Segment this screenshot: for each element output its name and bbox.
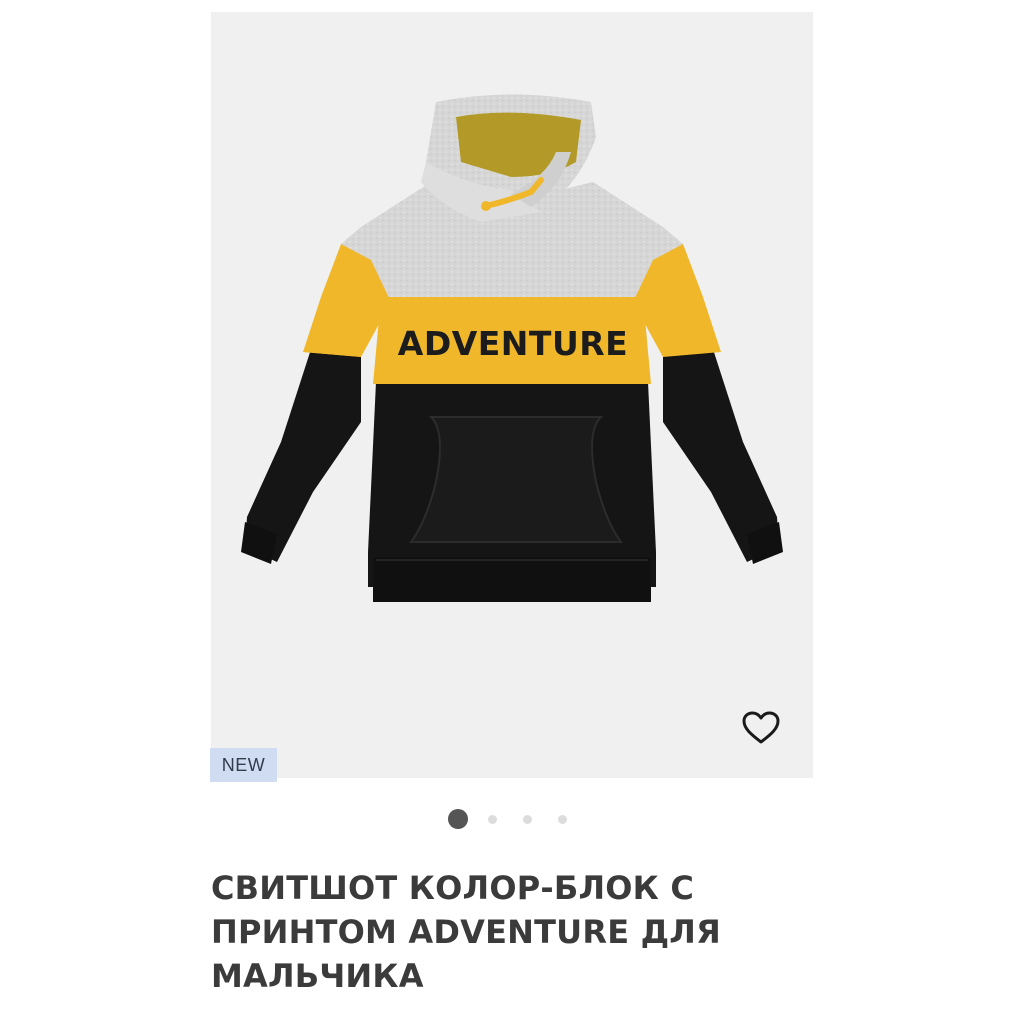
- gallery-dot-4[interactable]: [558, 814, 567, 824]
- product-image-area[interactable]: ADVENTURE: [211, 12, 813, 778]
- product-card: ADVENTURE NEW СВИТШОТ КОЛОР-БЛОК С ПРИНТ…: [0, 0, 1024, 1024]
- gallery-pagination: [448, 808, 567, 830]
- new-badge: NEW: [210, 748, 277, 782]
- sweatshirt-print-text: ADVENTURE: [398, 324, 628, 363]
- gallery-dot-2[interactable]: [488, 814, 497, 824]
- gallery-dot-3[interactable]: [523, 814, 532, 824]
- product-title: СВИТШОТ КОЛОР-БЛОК С ПРИНТОМ ADVENTURE Д…: [211, 869, 721, 995]
- add-to-favorites-button[interactable]: [739, 706, 783, 750]
- product-image: ADVENTURE: [241, 94, 783, 602]
- gallery-dot-1[interactable]: [448, 809, 468, 829]
- heart-outline-icon: [742, 711, 780, 744]
